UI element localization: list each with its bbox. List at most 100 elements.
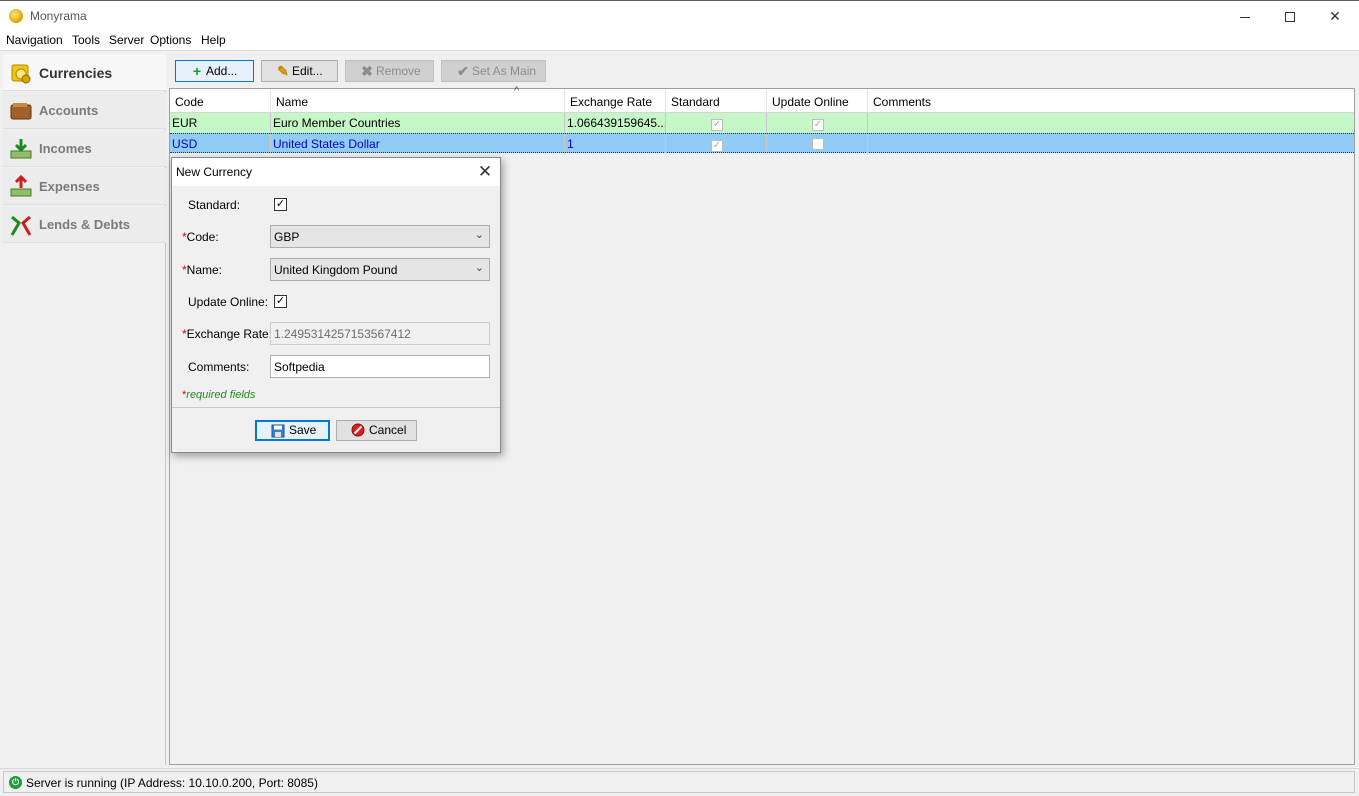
sidebar-item-label: Lends & Debts	[39, 217, 131, 232]
menu-tools[interactable]: Tools	[72, 33, 100, 47]
name-label: *Name:	[182, 263, 222, 277]
cell-code: USD	[170, 134, 271, 154]
update-online-label: Update Online:	[188, 295, 269, 309]
currencies-icon	[11, 64, 31, 84]
cancel-button[interactable]: Cancel	[336, 420, 417, 441]
expenses-icon	[10, 175, 32, 197]
exchange-rate-label: *Exchange Rate:	[182, 327, 272, 341]
standard-checkbox: ✓	[711, 119, 723, 131]
sidebar-item-currencies[interactable]: Currencies	[3, 54, 166, 91]
cell-exchange-rate: 1	[565, 134, 666, 154]
required-fields-note: *required fields	[182, 389, 255, 401]
menu-server[interactable]: Server	[109, 33, 144, 47]
lends-debts-icon	[10, 215, 32, 236]
menu-bar: Navigation Tools Server Options Help	[0, 30, 1359, 51]
status-bar-panel: ⏻ Server is running (IP Address: 10.10.0…	[3, 771, 1355, 793]
column-header-name[interactable]: Name ^	[271, 85, 565, 113]
sort-ascending-icon: ^	[514, 85, 520, 97]
maximize-button[interactable]	[1267, 1, 1313, 31]
title-bar: Monyrama ✕	[0, 0, 1359, 30]
cell-exchange-rate: 1.066439159645...	[565, 113, 666, 133]
code-combobox[interactable]: GBP ⌄	[270, 225, 490, 248]
edit-button[interactable]: ✎ Edit...	[261, 60, 338, 82]
plus-icon: +	[192, 63, 202, 79]
column-header-comments[interactable]: Comments	[868, 89, 1354, 113]
dialog-title: New Currency	[176, 165, 253, 179]
cell-update-online	[767, 134, 868, 154]
edit-button-label: Edit...	[292, 64, 323, 78]
set-as-main-label: Set As Main	[472, 64, 537, 78]
cell-code: EUR	[170, 113, 271, 133]
pencil-icon: ✎	[277, 63, 289, 79]
standard-checkbox[interactable]: ✓	[274, 198, 287, 211]
column-header-exchange-rate[interactable]: Exchange Rate	[565, 89, 666, 113]
add-button[interactable]: + Add...	[175, 60, 254, 82]
add-button-label: Add...	[206, 64, 238, 78]
column-header-code[interactable]: Code	[170, 89, 271, 113]
cell-standard: ✓	[666, 113, 767, 133]
sidebar: Currencies Accounts Incomes Expenses Len…	[3, 54, 166, 765]
dialog-divider	[172, 407, 500, 408]
update-online-checkbox	[812, 138, 824, 150]
close-icon: ✕	[1329, 8, 1341, 24]
sidebar-item-lends-debts[interactable]: Lends & Debts	[3, 206, 166, 243]
table-header: Code Name ^ Exchange Rate Standard Updat…	[170, 85, 1354, 113]
exchange-rate-label-text: Exchange Rate:	[186, 327, 273, 341]
wallet-icon	[10, 103, 32, 120]
name-label-text: Name:	[186, 263, 223, 277]
table-row[interactable]: EUR Euro Member Countries 1.066439159645…	[170, 113, 1354, 133]
sidebar-item-label: Accounts	[39, 103, 99, 118]
save-button[interactable]: Save	[255, 420, 330, 441]
dialog-close-icon[interactable]: ✕	[472, 161, 498, 183]
cell-standard: ✓	[666, 134, 767, 154]
sidebar-item-label: Incomes	[39, 141, 92, 156]
cell-name: United States Dollar	[271, 134, 565, 154]
dialog-title-bar: New Currency ✕	[172, 158, 500, 186]
standard-label: Standard:	[188, 198, 241, 212]
code-label: *Code:	[182, 230, 219, 244]
menu-navigation[interactable]: Navigation	[6, 33, 63, 47]
cell-comments	[868, 113, 1354, 133]
remove-button-label: Remove	[376, 64, 421, 78]
power-status-icon: ⏻	[9, 776, 22, 789]
cancel-button-label: Cancel	[369, 423, 407, 437]
cell-name: Euro Member Countries	[271, 113, 565, 133]
window-title: Monyrama	[30, 9, 87, 23]
required-note-text: required fields	[186, 389, 256, 401]
save-button-label: Save	[289, 423, 317, 437]
close-window-button[interactable]: ✕	[1312, 1, 1358, 31]
set-as-main-button[interactable]: ✔ Set As Main	[441, 60, 546, 82]
menu-help[interactable]: Help	[201, 33, 226, 47]
menu-options[interactable]: Options	[150, 33, 191, 47]
sidebar-item-incomes[interactable]: Incomes	[3, 130, 166, 167]
incomes-icon	[10, 139, 32, 159]
sidebar-item-accounts[interactable]: Accounts	[3, 92, 166, 129]
checkmark-icon: ✔	[457, 63, 469, 79]
chevron-down-icon: ⌄	[474, 262, 484, 274]
cell-update-online: ✓	[767, 113, 868, 133]
column-header-name-label: Name	[276, 95, 309, 109]
chevron-down-icon: ⌄	[474, 229, 484, 241]
name-value: United Kingdom Pound	[274, 263, 398, 277]
column-header-standard[interactable]: Standard	[666, 89, 767, 113]
cancel-icon	[351, 423, 365, 437]
maximize-icon	[1285, 12, 1295, 23]
server-status-text: Server is running (IP Address: 10.10.0.2…	[26, 776, 318, 790]
code-value: GBP	[274, 230, 300, 244]
standard-checkbox: ✓	[711, 140, 723, 152]
cell-comments	[868, 134, 1354, 154]
code-label-text: Code:	[186, 230, 219, 244]
name-combobox[interactable]: United Kingdom Pound ⌄	[270, 258, 490, 281]
table-row[interactable]: USD United States Dollar 1 ✓	[170, 133, 1354, 154]
comments-label: Comments:	[188, 360, 250, 374]
remove-button[interactable]: ✖ Remove	[345, 60, 434, 82]
column-header-update-online[interactable]: Update Online	[767, 89, 868, 113]
minimize-icon	[1240, 16, 1250, 18]
update-online-checkbox[interactable]: ✓	[274, 295, 287, 308]
sidebar-item-expenses[interactable]: Expenses	[3, 168, 166, 205]
minimize-button[interactable]	[1222, 1, 1268, 31]
status-bar: ⏻ Server is running (IP Address: 10.10.0…	[0, 768, 1359, 796]
comments-field[interactable]: Softpedia	[270, 355, 490, 378]
app-coin-icon	[9, 9, 23, 23]
exchange-rate-field[interactable]: 1.2495314257153567412	[270, 322, 490, 345]
